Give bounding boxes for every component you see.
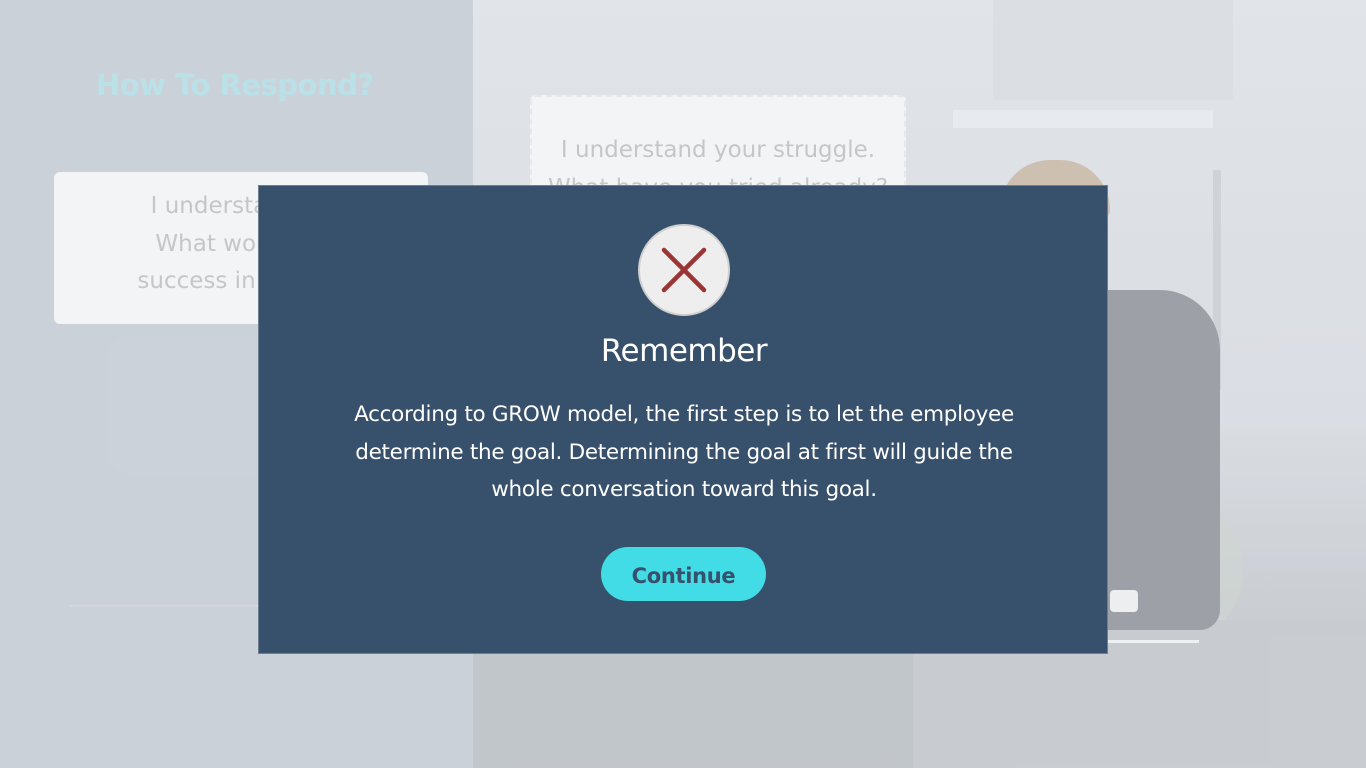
modal-title: Remember — [600, 333, 768, 369]
feedback-modal: Remember According to GROW model, the fi… — [258, 185, 1108, 654]
modal-message: According to GROW model, the first step … — [354, 402, 1014, 502]
continue-button[interactable]: Continue — [601, 547, 766, 601]
close-icon — [661, 247, 707, 293]
status-badge — [638, 224, 730, 316]
